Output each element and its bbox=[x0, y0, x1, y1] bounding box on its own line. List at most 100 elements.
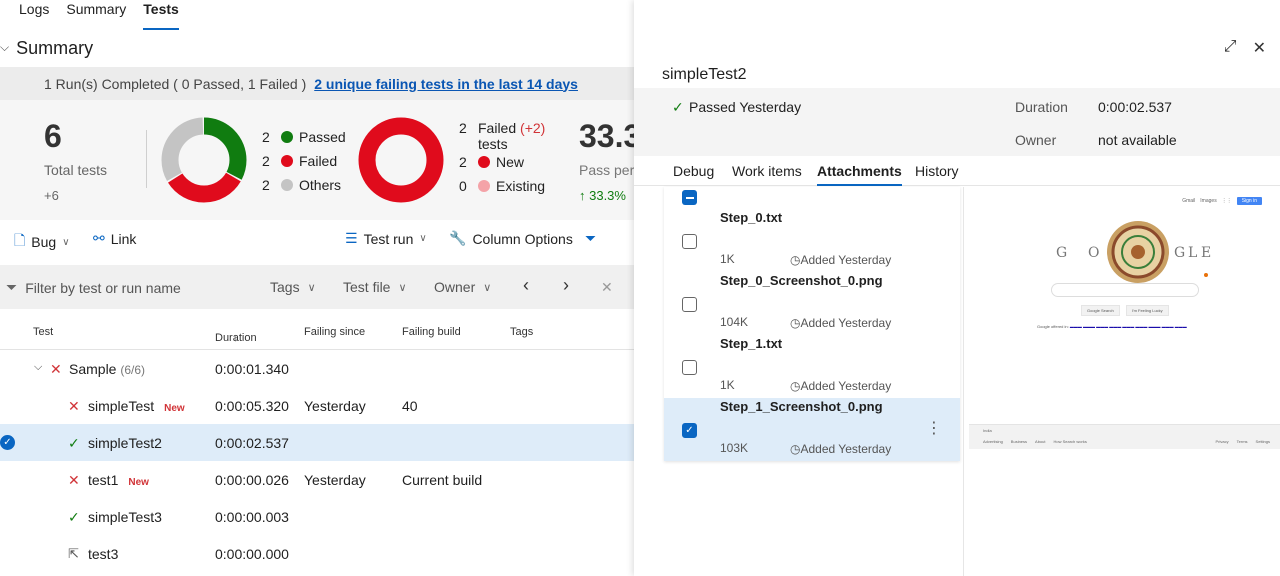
total-tests-label: Total tests bbox=[44, 162, 108, 178]
total-tests-delta: +6 bbox=[44, 188, 59, 203]
logo-letter: E bbox=[1201, 245, 1211, 261]
column-header-failing-build[interactable]: Failing build bbox=[402, 326, 461, 338]
summary-header[interactable]: ⌵ Summary bbox=[0, 38, 93, 59]
test-run-button[interactable]: ☰ Test run ∨ bbox=[345, 230, 427, 247]
column-header-test[interactable]: Test bbox=[33, 326, 53, 338]
attachment-checkbox[interactable] bbox=[682, 234, 697, 249]
column-options-label: Column Options bbox=[472, 230, 573, 247]
new-tag: New bbox=[128, 477, 149, 488]
wrench-icon: 🔧 bbox=[449, 230, 467, 246]
table-row[interactable]: ⇱ test3 0:00:00.000 bbox=[0, 535, 634, 572]
chevron-right-icon[interactable]: › bbox=[563, 275, 569, 296]
failing-tests-link[interactable]: 2 unique failing tests in the last 14 da… bbox=[314, 76, 578, 92]
preview-button: I'm Feeling Lucky bbox=[1125, 305, 1169, 316]
test-duration: 0:00:00.003 bbox=[215, 509, 289, 525]
legend-label: Others bbox=[299, 177, 342, 193]
gray-dot-icon bbox=[281, 179, 293, 191]
failed-x-icon: ✕ bbox=[68, 398, 80, 414]
attachment-checkbox[interactable] bbox=[682, 360, 697, 375]
doodle-logo-image: G O G L E bbox=[1056, 221, 1211, 283]
attachment-name[interactable]: Step_1.txt bbox=[720, 336, 782, 351]
red-dot-icon bbox=[478, 156, 490, 168]
legend-label: New bbox=[496, 154, 525, 170]
tags-filter[interactable]: Tags ∨ bbox=[270, 279, 316, 295]
preview-top-links: Gmail Images ⋮⋮ Sign in bbox=[1182, 197, 1262, 205]
divider bbox=[963, 187, 964, 576]
tab-attachments[interactable]: Attachments bbox=[817, 163, 902, 186]
logo-letter: G bbox=[1174, 245, 1185, 261]
column-header-failing-since[interactable]: Failing since bbox=[304, 326, 365, 338]
filter-input[interactable]: ⏷ Filter by test or run name bbox=[6, 279, 181, 296]
chevron-left-icon[interactable]: ‹ bbox=[523, 275, 529, 296]
preview-footer-left: Advertising Business About How Search wo… bbox=[983, 439, 1087, 444]
tab-logs[interactable]: Logs bbox=[19, 0, 49, 30]
expand-icon[interactable]: ⤢ bbox=[1224, 38, 1237, 58]
total-tests-count: 6 bbox=[44, 118, 62, 154]
tab-tests[interactable]: Tests bbox=[143, 0, 179, 30]
run-summary-bar: 1 Run(s) Completed ( 0 Passed, 1 Failed … bbox=[0, 67, 634, 100]
legend-label: Existing bbox=[496, 178, 546, 194]
table-row[interactable]: ✕ simpleTest New 0:00:05.320 Yesterday 40 bbox=[0, 387, 634, 424]
tab-debug[interactable]: Debug bbox=[673, 163, 714, 186]
attachment-checkbox[interactable]: ✓ bbox=[682, 423, 697, 438]
not-executed-icon: ⇱ bbox=[68, 546, 79, 561]
attachment-added: ◷Added Yesterday bbox=[790, 253, 891, 267]
owner-filter[interactable]: Owner ∨ bbox=[434, 279, 491, 295]
tab-history[interactable]: History bbox=[915, 163, 959, 186]
filter-button[interactable]: ⏷ bbox=[585, 230, 602, 247]
table-row[interactable]: ✓ simpleTest3 0:00:00.003 bbox=[0, 498, 634, 535]
attachment-name[interactable]: Step_1_Screenshot_0.png bbox=[720, 399, 883, 414]
list-item[interactable]: Step_0.txt 1K ◷Added Yesterday bbox=[664, 209, 960, 272]
table-row[interactable]: ✓ ✓ simpleTest2 0:00:02.537 bbox=[0, 424, 634, 461]
top-tabs: Logs Summary Tests bbox=[0, 0, 640, 32]
preview-footer-country: India bbox=[983, 428, 992, 433]
legend-others: 2 Others bbox=[262, 173, 346, 197]
attachment-added-label: Added Yesterday bbox=[800, 316, 892, 330]
checkmark-circle-icon[interactable]: ✓ bbox=[0, 435, 15, 450]
test-failing-since: Yesterday bbox=[304, 472, 366, 488]
table-row[interactable]: ✕ test1 New 0:00:00.026 Yesterday Current… bbox=[0, 461, 634, 498]
list-item[interactable]: Step_1.txt 1K ◷Added Yesterday bbox=[664, 335, 960, 398]
table-group-row[interactable]: ⌵ ✕ Sample (6/6) 0:00:01.340 bbox=[0, 350, 634, 387]
detail-title: simpleTest2 bbox=[662, 66, 747, 83]
bug-label: Bug bbox=[31, 234, 57, 250]
filter-placeholder: Filter by test or run name bbox=[25, 279, 181, 296]
tab-summary[interactable]: Summary bbox=[66, 0, 126, 30]
preview-offered: Google offered in: ▬▬▬ ▬▬▬ ▬▬▬ ▬▬▬ ▬▬▬ ▬… bbox=[1037, 324, 1187, 329]
column-options-button[interactable]: 🔧 Column Options bbox=[449, 230, 573, 247]
green-dot-icon bbox=[281, 131, 293, 143]
list-item[interactable]: Step_1_Screenshot_0.png ✓ 103K ◷Added Ye… bbox=[664, 398, 960, 461]
more-options-icon[interactable]: ⋮ bbox=[926, 418, 942, 438]
failed-delta: (+2) bbox=[520, 120, 546, 136]
preview-buttons: Google Search I'm Feeling Lucky bbox=[1081, 305, 1169, 316]
test-duration: 0:00:02.537 bbox=[215, 435, 289, 451]
test-file-filter[interactable]: Test file ∨ bbox=[343, 279, 407, 295]
panel-actions: ⤢ ✕ bbox=[1224, 38, 1266, 58]
close-icon[interactable]: ✕ bbox=[1253, 38, 1266, 58]
list-item[interactable]: Step_0_Screenshot_0.png 104K ◷Added Yest… bbox=[664, 272, 960, 335]
group-label: Sample bbox=[69, 361, 117, 377]
donut-slice-new bbox=[358, 117, 444, 203]
select-all-checkbox[interactable] bbox=[682, 190, 697, 205]
preview-footer-link: Settings bbox=[1255, 439, 1270, 444]
column-header-tags[interactable]: Tags bbox=[510, 326, 533, 338]
pass-percentage: 33.3 bbox=[579, 118, 634, 154]
preview-offered-label: Google offered in: bbox=[1037, 324, 1069, 329]
clear-filter-icon[interactable]: ✕ bbox=[601, 279, 613, 296]
passed-check-icon: ✓ bbox=[672, 99, 684, 115]
attachments-list: Step_0.txt 1K ◷Added Yesterday Step_0_Sc… bbox=[664, 187, 960, 461]
chevron-down-icon[interactable]: ⌵ bbox=[0, 40, 9, 55]
summary-title: Summary bbox=[16, 38, 94, 58]
attachment-name[interactable]: Step_0.txt bbox=[720, 210, 782, 225]
clock-icon: ◷ bbox=[790, 442, 801, 456]
bug-button[interactable]: 🗋 Bug ∨ bbox=[14, 230, 70, 254]
tab-work-items[interactable]: Work items bbox=[732, 163, 802, 186]
link-button[interactable]: ⚯ Link bbox=[93, 230, 136, 247]
attachment-size: 1K bbox=[720, 378, 735, 392]
preview-footer-link: How Search works bbox=[1053, 439, 1087, 444]
failed-x-icon: ✕ bbox=[68, 472, 80, 488]
list-icon: ☰ bbox=[345, 230, 358, 246]
attachment-checkbox[interactable] bbox=[682, 297, 697, 312]
attachment-name[interactable]: Step_0_Screenshot_0.png bbox=[720, 273, 883, 288]
chevron-down-icon[interactable]: ⌵ bbox=[34, 361, 42, 374]
